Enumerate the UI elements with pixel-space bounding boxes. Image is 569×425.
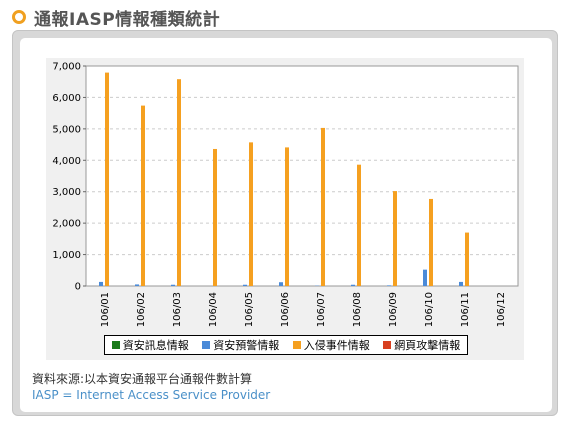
bar <box>387 285 391 286</box>
x-tick-label: 106/01 <box>100 292 111 327</box>
x-tick-label: 106/05 <box>244 292 255 327</box>
legend-item-info: 資安訊息情報 <box>111 337 189 353</box>
bar <box>357 164 361 286</box>
legend-label: 網頁攻擊情報 <box>394 339 461 352</box>
page-header: 通報IASP情報種類統計 <box>12 6 221 30</box>
bar <box>321 127 325 287</box>
source-note: 資料來源:以本資安通報平台通報件數計算 <box>32 372 253 386</box>
bar <box>249 142 253 286</box>
bar <box>429 198 433 286</box>
page-title: 通報IASP情報種類統計 <box>34 9 221 30</box>
y-tick-label: 7,000 <box>52 62 81 73</box>
bar <box>459 281 463 286</box>
bar <box>351 284 355 286</box>
legend-swatch <box>111 341 120 349</box>
bar <box>243 284 247 286</box>
x-tick-label: 106/02 <box>136 292 147 327</box>
bar <box>99 281 103 286</box>
x-tick-label: 106/07 <box>316 292 327 327</box>
x-tick-label: 106/08 <box>352 292 363 327</box>
x-tick-label: 106/11 <box>460 292 471 327</box>
x-tick-label: 106/06 <box>280 292 291 327</box>
bar <box>423 269 427 286</box>
iasp-definition: IASP = Internet Access Service Provider <box>32 388 271 402</box>
bar <box>465 232 469 286</box>
y-tick-label: 3,000 <box>52 187 81 198</box>
y-tick-label: 2,000 <box>52 219 81 230</box>
legend-swatch <box>202 341 211 349</box>
y-tick-label: 0 <box>75 282 81 293</box>
y-tick-label: 6,000 <box>52 93 81 104</box>
legend-swatch <box>292 341 301 349</box>
x-tick-label: 106/04 <box>208 292 219 327</box>
x-tick-label: 106/12 <box>496 292 507 327</box>
legend-label: 資安訊息情報 <box>122 339 189 352</box>
bar <box>105 72 109 286</box>
legend-item-intrusion: 入侵事件情報 <box>292 337 370 353</box>
bar <box>213 148 217 286</box>
legend-label: 資安預警情報 <box>213 339 280 352</box>
y-tick-label: 1,000 <box>52 250 81 261</box>
legend-item-warning: 資安預警情報 <box>202 337 279 353</box>
chart-area: 0 1,000 2,000 3,000 4,000 5,000 6,000 7,000 106/… <box>46 58 524 360</box>
bar <box>141 105 145 286</box>
legend-label: 入侵事件情報 <box>303 339 370 352</box>
bar <box>171 284 175 286</box>
y-tick-label: 5,000 <box>52 124 81 135</box>
bar <box>393 191 397 286</box>
y-tick-label: 4,000 <box>52 156 81 167</box>
bar <box>135 284 139 286</box>
x-tick-label: 106/10 <box>424 292 435 327</box>
legend-swatch <box>383 341 392 349</box>
bar <box>279 282 283 286</box>
x-tick-label: 106/03 <box>172 292 183 327</box>
bullet-icon <box>12 10 26 24</box>
chart-legend: 資安訊息情報 資安預警情報 入侵事件情報 網頁攻擊情報 <box>104 335 468 355</box>
bar <box>177 79 181 286</box>
plot-area <box>85 65 519 287</box>
bar-chart: 0 1,000 2,000 3,000 4,000 5,000 6,000 7,000 106/… <box>52 62 519 327</box>
x-tick-label: 106/09 <box>388 292 399 327</box>
legend-item-web-attack: 網頁攻擊情報 <box>383 337 460 353</box>
bar <box>285 147 289 286</box>
